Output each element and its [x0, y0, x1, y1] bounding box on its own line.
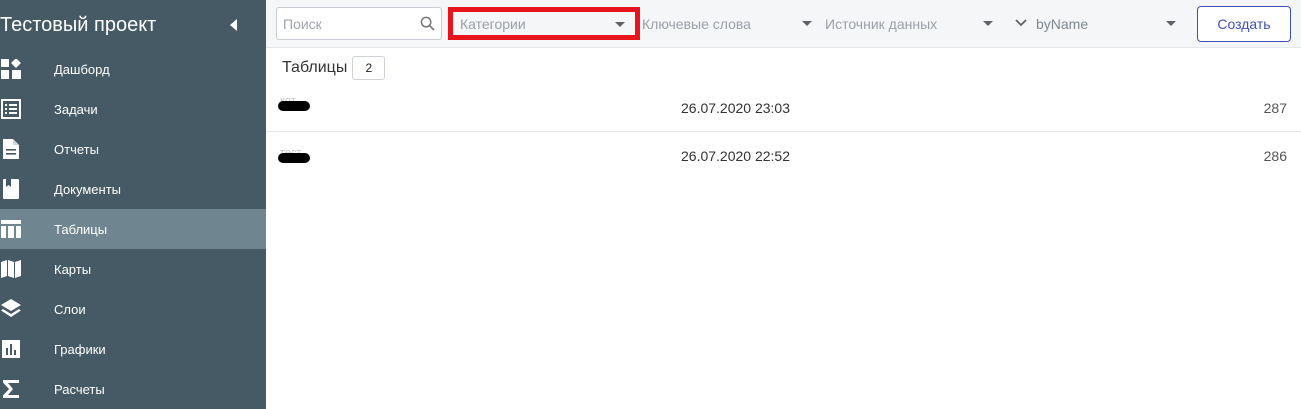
sidebar-item-calculations[interactable]: Расчеты: [0, 369, 266, 409]
sidebar-item-tasks[interactable]: Задачи: [0, 89, 266, 129]
project-title: Тестовый проект: [0, 13, 157, 36]
sidebar-item-label: Таблицы: [54, 221, 108, 237]
search-input[interactable]: [283, 8, 423, 39]
chart-icon: [1, 339, 21, 359]
sidebar-item-label: Отчеты: [54, 141, 99, 157]
sidebar-item-maps[interactable]: Карты: [0, 249, 266, 289]
sidebar-item-charts[interactable]: Графики: [0, 329, 266, 369]
create-button[interactable]: Создать: [1197, 6, 1291, 42]
sidebar-item-dashboard[interactable]: Дашборд: [0, 49, 266, 89]
sidebar-item-layers[interactable]: Слои: [0, 289, 266, 329]
sidebar-item-reports[interactable]: Отчеты: [0, 129, 266, 169]
search-box: [276, 7, 442, 40]
dashboard-icon: [1, 59, 21, 79]
sidebar-item-documents[interactable]: Документы: [0, 169, 266, 209]
row-name-cell: тест: [278, 147, 312, 167]
tables-list: кот 26.07.2020 23:03 287 тест 26.07.2020…: [266, 84, 1301, 180]
sidebar-header: Тестовый проект: [0, 0, 266, 50]
sidebar-item-tables[interactable]: Таблицы: [0, 209, 266, 249]
row-count: 287: [1263, 100, 1287, 116]
section-header: Таблицы 2: [282, 56, 386, 80]
sidebar-item-label: Задачи: [54, 101, 98, 117]
row-date: 26.07.2020 22:52: [681, 148, 790, 164]
section-title: Таблицы: [282, 59, 348, 76]
sort-dropdown-label: byName: [1036, 15, 1089, 32]
sidebar-item-label: Слои: [54, 301, 86, 317]
sidebar-nav: Дашборд Задачи Отчеты Документы Таблицы …: [0, 49, 266, 409]
row-date: 26.07.2020 23:03: [681, 100, 790, 116]
sidebar-item-label: Графики: [54, 341, 106, 357]
caret-down-icon: [615, 22, 625, 27]
search-icon[interactable]: [420, 16, 435, 31]
sidebar-item-label: Карты: [54, 261, 92, 277]
caret-down-icon: [802, 21, 812, 26]
table-row[interactable]: тест 26.07.2020 22:52 286: [266, 132, 1301, 180]
filter-bar: Категории Ключевые слова Источник данных…: [266, 0, 1301, 48]
count-badge: 2: [352, 56, 386, 80]
layers-icon: [1, 299, 21, 319]
categories-dropdown[interactable]: Категории: [448, 7, 640, 40]
report-icon: [1, 139, 21, 159]
sidebar-item-label: Расчеты: [54, 381, 105, 397]
sigma-icon: [1, 379, 21, 399]
map-icon: [1, 259, 21, 279]
chevron-down-icon[interactable]: [1015, 18, 1027, 28]
table-icon: [1, 219, 21, 239]
sort-dropdown[interactable]: byName: [1036, 7, 1176, 40]
redaction-mark: [278, 101, 310, 111]
chevron-left-icon: [229, 19, 237, 31]
sidebar: Тестовый проект Дашборд Задачи Отчеты До…: [0, 0, 266, 409]
sidebar-item-label: Документы: [54, 181, 122, 197]
main-content: Таблицы 2 кот 26.07.2020 23:03 287 тест …: [266, 48, 1301, 409]
caret-down-icon: [983, 21, 993, 26]
data-source-dropdown-label: Источник данных: [825, 15, 938, 32]
keywords-dropdown-label: Ключевые слова: [642, 15, 751, 32]
redaction-mark: [278, 153, 310, 163]
caret-down-icon: [1166, 21, 1176, 26]
collapse-sidebar-button[interactable]: [228, 18, 238, 32]
keywords-dropdown[interactable]: Ключевые слова: [642, 7, 812, 40]
document-icon: [1, 179, 21, 199]
row-count: 286: [1263, 148, 1287, 164]
app-window: Тестовый проект Дашборд Задачи Отчеты До…: [0, 0, 1301, 409]
row-name-cell: кот: [278, 95, 312, 115]
sidebar-item-label: Дашборд: [54, 61, 110, 77]
tasks-icon: [1, 99, 21, 119]
categories-dropdown-label: Категории: [460, 15, 526, 32]
data-source-dropdown[interactable]: Источник данных: [825, 7, 993, 40]
table-row[interactable]: кот 26.07.2020 23:03 287: [266, 84, 1301, 132]
